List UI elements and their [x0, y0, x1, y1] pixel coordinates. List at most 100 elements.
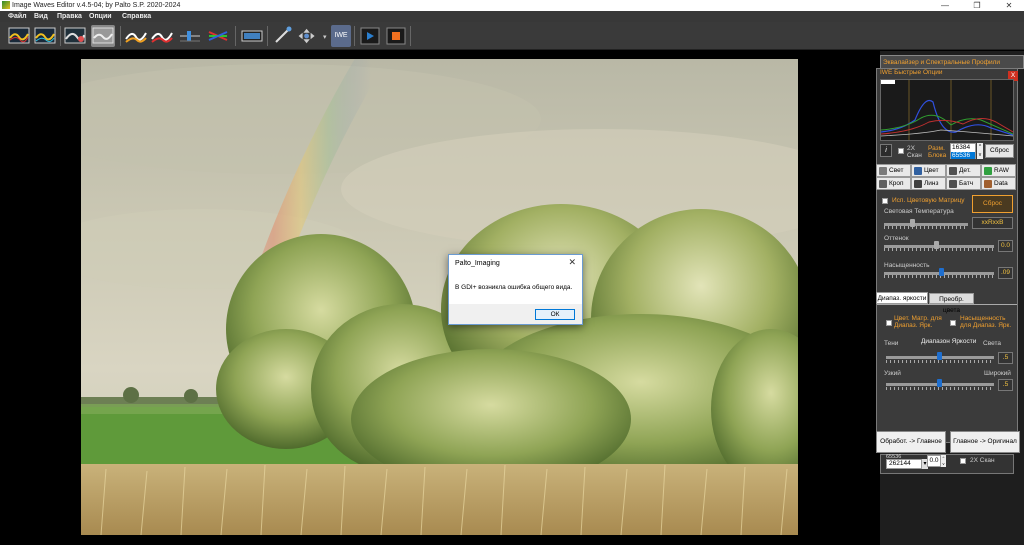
tint-thumb[interactable] — [934, 241, 939, 249]
color-matrix-checkbox[interactable] — [882, 198, 888, 204]
bottom-scan2x-checkbox[interactable] — [960, 458, 966, 464]
histogram-curves — [880, 80, 1014, 140]
scan2x-label: 2X Скан — [907, 145, 922, 159]
saturation-range-checkbox[interactable] — [950, 320, 956, 326]
block-size-select[interactable]: 16384 65536 — [950, 143, 976, 159]
compare-button[interactable] — [63, 25, 87, 47]
image-waves-icon — [8, 27, 30, 44]
info-button[interactable]: i — [880, 144, 892, 157]
dialog-title: Palto_Imaging — [455, 260, 500, 267]
main-image[interactable] — [81, 59, 798, 535]
close-button[interactable]: ✕ — [994, 0, 1024, 11]
app-icon — [2, 1, 10, 9]
dialog-footer: ОК — [449, 304, 582, 324]
tab-light-label: Свет — [889, 167, 904, 174]
detail-icon — [949, 167, 957, 175]
tab-detail[interactable]: Дет. — [946, 164, 981, 177]
tab-brightness-range[interactable]: Диапаз. яркости — [876, 292, 928, 304]
bottom-number-field[interactable]: 0.0 — [927, 455, 941, 467]
menu-file[interactable]: Файл — [8, 11, 27, 22]
process-to-main-button[interactable]: Обработ. -> Главное — [876, 431, 946, 453]
equalizer-title: Эквалайзер и Спектральные Профили — [883, 59, 1001, 66]
image-waves-save-icon — [34, 27, 56, 44]
save-image-button[interactable] — [33, 25, 57, 47]
levels-slider-icon — [180, 31, 200, 42]
bottom-number-spinner[interactable]: ^ v — [941, 455, 946, 467]
iwe-button[interactable]: IWE — [331, 25, 351, 47]
color-temp-thumb[interactable] — [910, 219, 915, 227]
tab-color-transform[interactable]: Преобр. цвета — [929, 293, 974, 314]
batch-button[interactable] — [240, 25, 264, 47]
saturation-value[interactable]: .09 — [998, 267, 1013, 279]
dropdown-arrow-icon[interactable]: ▾ — [323, 33, 327, 41]
equalizer-header[interactable]: Эквалайзер и Спектральные Профили — [880, 55, 1024, 69]
color-matrix-label: Исп. Цветовую Матрицу — [892, 197, 965, 204]
matrix-range-label: Цвет. Матр. для Диапаз. Ярк. — [894, 315, 942, 329]
menu-help[interactable]: Справка — [122, 11, 151, 22]
wide-label: Широкий — [984, 370, 1011, 377]
range-title: Диапазон Яркости — [921, 338, 977, 345]
tab-crop[interactable]: Кроп — [876, 177, 911, 190]
tab-batch[interactable]: Батч — [946, 177, 981, 190]
histogram[interactable] — [880, 79, 1014, 141]
crop-icon — [879, 180, 887, 188]
dialog-ok-button[interactable]: ОК — [535, 309, 575, 320]
open-image-button[interactable] — [7, 25, 31, 47]
block-size-selected[interactable]: 65536 — [951, 152, 975, 159]
film-strip-icon — [241, 30, 263, 42]
menu-edit[interactable]: Правка — [57, 11, 82, 22]
grayscale-button[interactable] — [91, 25, 115, 47]
picker-button[interactable] — [271, 25, 295, 47]
reset-light-button[interactable]: Сброс — [972, 195, 1013, 213]
minimize-button[interactable]: — — [930, 0, 960, 11]
dialog-message: В GDI+ возникла ошибка общего вида. — [455, 284, 573, 291]
maximize-button[interactable]: ❐ — [962, 0, 992, 11]
data-icon — [984, 180, 992, 188]
brightness-range-thumb[interactable] — [937, 352, 942, 360]
menu-bar: Файл Вид Правка Опции Справка — [0, 11, 1024, 22]
rgb-channels-button[interactable] — [206, 25, 230, 47]
bottom-size-select[interactable]: 262144 — [886, 459, 922, 469]
brightness-range-value[interactable]: .5 — [998, 352, 1013, 364]
quick-options-title: IWE Быстрые Опции — [880, 69, 943, 76]
tint-value[interactable]: 0.0 — [998, 240, 1013, 252]
rgb-lines-icon — [208, 31, 228, 41]
matrix-range-checkbox[interactable] — [886, 320, 892, 326]
move-arrows-icon — [298, 28, 315, 44]
scan2x-checkbox[interactable] — [898, 148, 904, 154]
reset-block-button[interactable]: Сброс — [985, 144, 1014, 158]
grayscale-image-icon — [92, 27, 114, 44]
stop-button[interactable] — [384, 25, 408, 47]
color-icon — [914, 167, 922, 175]
narrow-label: Узкий — [884, 370, 901, 377]
block-size-spinner[interactable]: ^ v — [977, 143, 983, 159]
stop-icon — [386, 27, 406, 45]
tab-light[interactable]: Свет — [876, 164, 911, 177]
batch-icon — [949, 180, 957, 188]
tab-color-label: Цвет — [924, 167, 939, 174]
tab-batch-label: Батч — [959, 180, 974, 187]
block-size-option[interactable]: 16384 — [952, 144, 970, 151]
main-to-original-button[interactable]: Главное -> Оригинал — [950, 431, 1020, 453]
window-title: Image Waves Editor v.4.5-04; by Palto S.… — [12, 2, 181, 9]
menu-options[interactable]: Опции — [89, 11, 112, 22]
process-alt-button[interactable] — [150, 25, 174, 47]
raw-icon — [984, 167, 992, 175]
tab-raw-label: RAW — [994, 167, 1009, 174]
menu-view[interactable]: Вид — [34, 11, 48, 22]
levels-button[interactable] — [178, 25, 202, 47]
tab-lens[interactable]: Линз — [911, 177, 946, 190]
play-button[interactable] — [358, 25, 382, 47]
tab-raw[interactable]: RAW — [981, 164, 1016, 177]
range-width-value[interactable]: .5 — [998, 379, 1013, 391]
lens-icon — [914, 180, 922, 188]
range-width-thumb[interactable] — [937, 379, 942, 387]
tab-color[interactable]: Цвет — [911, 164, 946, 177]
tab-data-label: Data — [994, 180, 1008, 187]
saturation-thumb[interactable] — [939, 268, 944, 276]
dialog-close-button[interactable]: ✕ — [568, 257, 576, 268]
rgb-value-field[interactable]: xxRxxB — [972, 217, 1013, 229]
tab-data[interactable]: Data — [981, 177, 1016, 190]
tab-crop-label: Кроп — [889, 180, 904, 187]
process-button[interactable] — [124, 25, 148, 47]
